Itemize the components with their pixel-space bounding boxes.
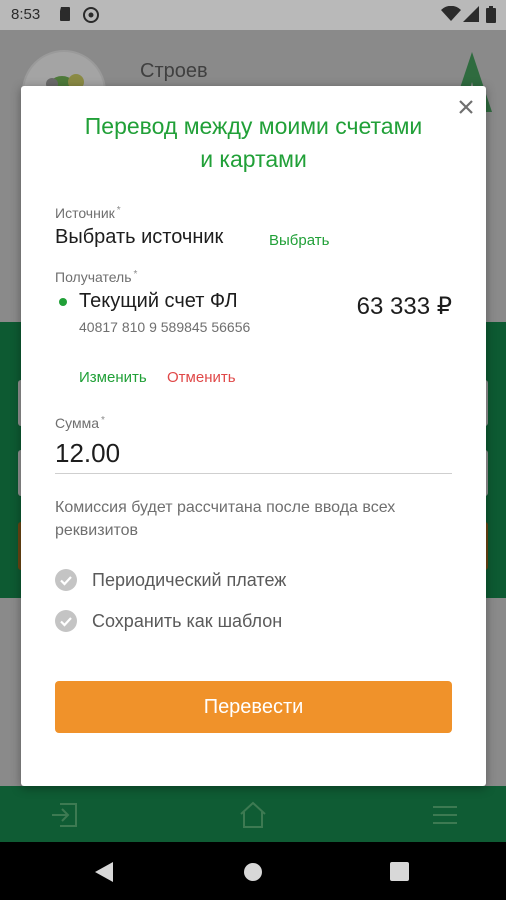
required-mark: * — [133, 269, 138, 280]
menu-icon — [430, 800, 460, 830]
wifi-icon — [441, 5, 461, 26]
required-mark: * — [101, 415, 105, 426]
change-recipient-link[interactable]: Изменить — [79, 369, 147, 386]
recents-icon[interactable] — [390, 862, 409, 886]
required-mark: * — [116, 205, 121, 216]
select-source-link[interactable]: Выбрать — [269, 232, 329, 249]
sd-card-icon — [58, 6, 72, 26]
amount-label: Сумма — [55, 415, 99, 431]
home-circle-icon[interactable] — [243, 862, 263, 887]
transfer-button[interactable]: Перевести — [55, 681, 452, 733]
background-username: Строев — [140, 60, 208, 82]
save-template-label: Сохранить как шаблон — [92, 611, 283, 631]
back-icon[interactable] — [95, 862, 113, 887]
recipient-label: Получатель — [55, 269, 132, 285]
dialog-title: Перевод между моими счетами и картами — [41, 110, 466, 176]
dialog-title-line-1: Перевод между моими счетами — [84, 113, 423, 139]
logout-icon — [50, 800, 80, 830]
home-icon — [238, 800, 268, 830]
system-navigation-bar — [0, 842, 506, 900]
amount-label-group: Сумма * — [55, 415, 105, 431]
source-value[interactable]: Выбрать источник — [55, 226, 223, 249]
dialog-title-line-2: и картами — [200, 146, 307, 172]
recipient-label-group: Получатель * — [55, 269, 137, 285]
at-sign-icon — [82, 6, 100, 28]
recipient-account-number: 40817 810 9 589845 56656 — [79, 319, 251, 335]
account-status-dot — [59, 298, 67, 306]
amount-input[interactable] — [55, 434, 452, 474]
transfer-dialog: Перевод между моими счетами и картами Ис… — [21, 86, 486, 786]
source-label-group: Источник * — [55, 205, 121, 221]
recipient-account-name: Текущий счет ФЛ — [79, 290, 238, 312]
battery-icon — [486, 6, 496, 27]
cancel-recipient-link[interactable]: Отменить — [167, 369, 236, 386]
periodic-payment-label: Периодический платеж — [92, 570, 287, 590]
status-bar: 8:53 — [0, 0, 506, 30]
check-circle-icon[interactable] — [55, 569, 77, 591]
source-label: Источник — [55, 205, 115, 221]
status-time: 8:53 — [11, 6, 41, 23]
check-circle-icon[interactable] — [55, 610, 77, 632]
bottom-tab-bar — [0, 786, 506, 842]
signal-icon — [463, 6, 479, 26]
recipient-balance: 63 333 ₽ — [356, 293, 452, 320]
commission-note: Комиссия будет рассчитана после ввода вс… — [55, 499, 396, 539]
